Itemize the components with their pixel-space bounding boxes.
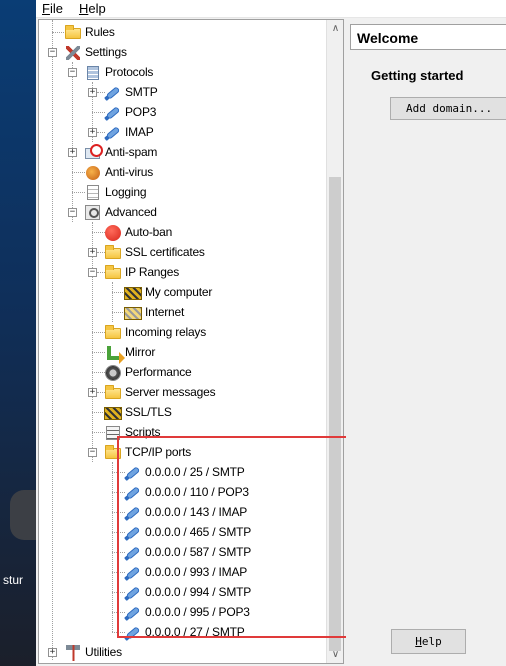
plug-icon (124, 604, 142, 620)
desktop-background: stur (0, 0, 36, 666)
mirror-arrow-icon (104, 344, 125, 364)
tree-item-anti-spam[interactable]: Anti-spam (84, 142, 157, 162)
tree-item-internet[interactable]: Internet (124, 302, 184, 322)
tree-item-tcp-ip-ports[interactable]: TCP/IP ports (104, 442, 191, 462)
desktop-shortcut-icon[interactable] (10, 490, 36, 540)
folder-open-icon (104, 264, 122, 280)
plug-icon (104, 84, 122, 100)
plug-icon (124, 624, 142, 640)
collapse-tcp-ip-ports-toggle[interactable]: − (88, 448, 97, 457)
tree-item-port[interactable]: 0.0.0.0 / 995 / POP3 (124, 602, 250, 622)
help-button[interactable]: Help (391, 629, 466, 654)
document-icon (84, 184, 102, 200)
tree-line (112, 282, 113, 322)
expand-utilities-toggle[interactable]: + (48, 648, 57, 657)
tree-line (92, 222, 93, 462)
plug-icon (124, 504, 142, 520)
collapse-settings-toggle[interactable]: − (48, 48, 57, 57)
menu-file[interactable]: File (42, 1, 63, 16)
plug-icon (124, 524, 142, 540)
welcome-pane: Welcome Getting started Add domain... He… (346, 19, 506, 666)
expand-imap-toggle[interactable]: + (88, 128, 97, 137)
getting-started-heading: Getting started (371, 68, 464, 83)
tools-icon (64, 44, 82, 60)
tree-item-port[interactable]: 0.0.0.0 / 27 / SMTP (124, 622, 245, 642)
plug-icon (124, 564, 142, 580)
scroll-up-icon[interactable]: ∧ (327, 20, 343, 37)
folder-icon (104, 324, 122, 340)
settings-tree-view[interactable]: Rules − Settings − Protocols + SMTP POP3… (38, 19, 344, 664)
tree-item-incoming-relays[interactable]: Incoming relays (104, 322, 206, 342)
protocols-icon (84, 64, 102, 80)
expand-server-messages-toggle[interactable]: + (88, 388, 97, 397)
tree-item-ip-ranges[interactable]: IP Ranges (104, 262, 179, 282)
anti-spam-icon (84, 144, 103, 160)
tree-line (52, 20, 53, 660)
tree-content: Rules − Settings − Protocols + SMTP POP3… (39, 20, 326, 663)
tree-line (112, 462, 113, 632)
tree-vertical-scrollbar[interactable]: ∧ ∨ (326, 20, 343, 663)
plug-icon (124, 584, 142, 600)
tree-item-port[interactable]: 0.0.0.0 / 110 / POP3 (124, 482, 249, 502)
network-barrier-icon (124, 304, 142, 320)
tree-item-settings[interactable]: Settings (64, 42, 127, 62)
tree-item-auto-ban[interactable]: Auto-ban (104, 222, 172, 242)
network-barrier-icon (124, 284, 142, 300)
tree-item-ssl-tls[interactable]: SSL/TLS (104, 402, 172, 422)
menu-help[interactable]: Help (79, 1, 106, 16)
scroll-thumb[interactable] (329, 177, 341, 651)
tree-line (72, 62, 73, 222)
tree-item-rules[interactable]: Rules (64, 22, 115, 42)
welcome-title: Welcome (350, 24, 506, 50)
script-icon (104, 424, 122, 440)
network-barrier-icon (104, 404, 122, 420)
folder-icon (64, 24, 82, 40)
desktop-shortcut-label[interactable]: stur (3, 573, 23, 587)
tree-item-protocols[interactable]: Protocols (84, 62, 153, 82)
plug-icon (104, 124, 122, 140)
tree-item-utilities[interactable]: Utilities (64, 642, 122, 662)
plug-icon (124, 544, 142, 560)
tree-item-port[interactable]: 0.0.0.0 / 143 / IMAP (124, 502, 247, 522)
tree-item-smtp[interactable]: SMTP (104, 82, 158, 102)
tree-item-anti-virus[interactable]: Anti-virus (84, 162, 153, 182)
plug-icon (124, 464, 142, 480)
scroll-down-icon[interactable]: ∨ (327, 646, 343, 663)
tree-line (52, 32, 64, 33)
tree-item-scripts[interactable]: Scripts (104, 422, 160, 442)
hmailserver-admin-window: File Help Rules − Settings − Protocols +… (36, 0, 506, 666)
tree-item-performance[interactable]: Performance (104, 362, 192, 382)
add-domain-button[interactable]: Add domain... (390, 97, 506, 120)
folder-icon (104, 244, 122, 260)
tree-item-mirror[interactable]: Mirror (104, 342, 155, 364)
expand-anti-spam-toggle[interactable]: + (68, 148, 77, 157)
plug-icon (104, 104, 122, 120)
bug-icon (84, 164, 102, 180)
tree-item-port[interactable]: 0.0.0.0 / 465 / SMTP (124, 522, 251, 542)
collapse-protocols-toggle[interactable]: − (68, 68, 77, 77)
folder-open-icon (104, 444, 122, 460)
tree-item-pop3[interactable]: POP3 (104, 102, 156, 122)
menu-bar: File Help (36, 0, 506, 18)
tree-item-port[interactable]: 0.0.0.0 / 25 / SMTP (124, 462, 245, 482)
tree-item-server-messages[interactable]: Server messages (104, 382, 216, 402)
tree-item-imap[interactable]: IMAP (104, 122, 154, 142)
expand-ssl-certificates-toggle[interactable]: + (88, 248, 97, 257)
folder-icon (104, 384, 122, 400)
tree-item-port[interactable]: 0.0.0.0 / 993 / IMAP (124, 562, 247, 582)
plug-icon (124, 484, 142, 500)
red-circle-icon (104, 224, 122, 241)
gauge-icon (104, 364, 122, 381)
utilities-icon (64, 644, 82, 661)
tree-item-port[interactable]: 0.0.0.0 / 994 / SMTP (124, 582, 251, 602)
expand-smtp-toggle[interactable]: + (88, 88, 97, 97)
tree-item-ssl-certificates[interactable]: SSL certificates (104, 242, 205, 262)
collapse-advanced-toggle[interactable]: − (68, 208, 77, 217)
tree-item-logging[interactable]: Logging (84, 182, 147, 202)
magnifier-icon (84, 204, 102, 220)
tree-item-port[interactable]: 0.0.0.0 / 587 / SMTP (124, 542, 251, 562)
collapse-ip-ranges-toggle[interactable]: − (88, 268, 97, 277)
tree-item-advanced[interactable]: Advanced (84, 202, 157, 222)
tree-item-my-computer[interactable]: My computer (124, 282, 212, 302)
